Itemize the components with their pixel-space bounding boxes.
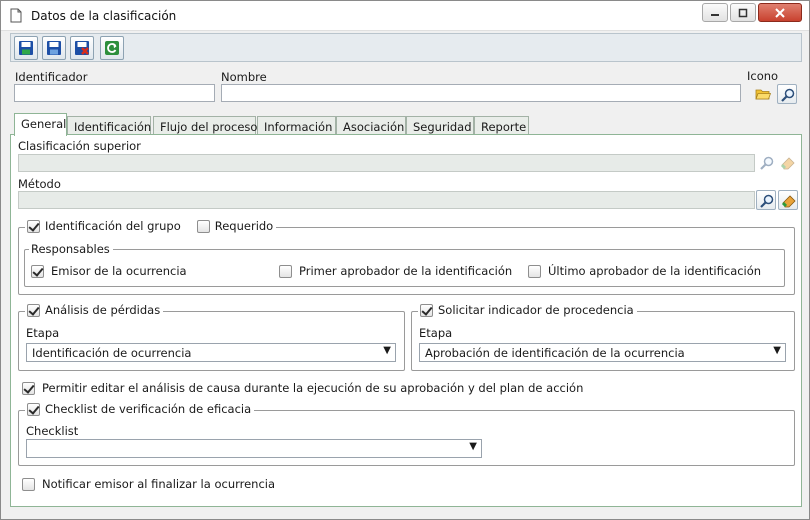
permitir-editar-label: Permitir editar el análisis de causa dur… [42,381,584,395]
notificar-emisor-checkbox[interactable] [22,477,35,491]
checklist-eficacia-group: Checklist de verificación de eficacia Ch… [18,402,795,466]
ultimo-aprobador-label: Último aprobador de la identificación [548,264,762,278]
magnifier-icon [760,194,774,208]
tab-identificacion[interactable]: Identificación [67,116,151,136]
minimize-icon [711,13,719,16]
checklist-label: Checklist [26,424,79,438]
notificar-emisor-label: Notificar emisor al finalizar la ocurren… [42,477,276,491]
document-icon [10,8,22,23]
identificador-label: Identificador [15,70,88,84]
tab-general[interactable]: General [14,113,67,136]
identificacion-grupo-label: Identificación del grupo [45,219,181,233]
window-title: Datos de la clasificación [31,9,177,23]
tab-asociacion[interactable]: Asociación [336,116,406,136]
responsables-group: Responsables Emisor de la ocurrencia Pri… [24,242,785,287]
primer-aprobador-option[interactable]: Primer aprobador de la identificación [279,264,512,278]
save-new-button[interactable] [42,36,66,60]
primer-aprobador-checkbox[interactable] [279,264,292,278]
identificacion-grupo-checkbox[interactable] [27,219,40,233]
tab-informacion[interactable]: Información [257,116,336,136]
eraser-icon [781,195,796,208]
save-new-icon [47,41,61,55]
classification-window: Datos de la clasificación Identificador … [0,0,810,520]
identificacion-grupo-legend: Identificación del grupo Requerido [25,219,277,233]
nombre-label: Nombre [221,70,267,84]
analisis-perdidas-label: Análisis de pérdidas [45,303,161,317]
eraser-icon [780,157,795,170]
refresh-button[interactable] [100,36,124,60]
ultimo-aprobador-option[interactable]: Último aprobador de la identificación [528,264,761,278]
tab-reporte[interactable]: Reporte [474,116,529,136]
analisis-etapa-select[interactable]: Identificación de ocurrencia ▼ [26,343,396,362]
clasificacion-superior-input [18,154,755,172]
metodo-search-button[interactable] [756,190,776,210]
indicador-procedencia-group: Solicitar indicador de procedencia Etapa… [411,303,795,371]
indicador-procedencia-checkbox[interactable] [420,303,433,317]
requerido-label: Requerido [214,219,274,233]
metodo-clear-button[interactable] [778,190,798,210]
metodo-input[interactable] [18,191,755,209]
ultimo-aprobador-checkbox[interactable] [528,264,541,278]
open-folder-button[interactable] [753,84,773,104]
clasificacion-search-button [757,153,777,173]
analisis-perdidas-checkbox[interactable] [27,303,40,317]
analisis-perdidas-group: Análisis de pérdidas Etapa Identificació… [18,303,405,371]
close-icon [775,7,785,18]
identificador-input[interactable] [14,84,215,102]
minimize-button[interactable] [702,3,728,22]
magnifier-icon [760,156,774,170]
icono-label: Icono [747,69,779,83]
refresh-icon [105,41,119,55]
save-close-button[interactable] [70,36,94,60]
folder-icon [755,89,771,100]
close-window-button[interactable] [758,3,802,22]
toolbar [10,33,802,62]
clasificacion-superior-label: Clasificación superior [18,139,141,153]
primer-aprobador-label: Primer aprobador de la identificación [299,264,513,278]
checklist-eficacia-label: Checklist de verificación de eficacia [45,402,252,416]
clasificacion-clear-button [778,153,798,173]
maximize-button[interactable] [730,3,756,22]
indicador-etapa-label: Etapa [419,326,453,340]
maximize-icon [738,8,748,17]
dropdown-arrow-icon: ▼ [469,441,477,452]
checklist-eficacia-legend: Checklist de verificación de eficacia [25,402,255,416]
permitir-editar-option[interactable]: Permitir editar el análisis de causa dur… [22,381,583,395]
emisor-checkbox[interactable] [31,264,44,278]
permitir-editar-checkbox[interactable] [22,381,35,395]
title-bar: Datos de la clasificación [1,1,809,31]
analisis-perdidas-legend: Análisis de pérdidas [25,303,164,317]
save-icon [19,41,33,55]
emisor-option[interactable]: Emisor de la ocurrencia [31,264,187,278]
responsables-legend: Responsables [29,242,113,256]
checklist-eficacia-checkbox[interactable] [27,402,40,416]
analisis-etapa-value: Identificación de ocurrencia [32,346,192,360]
save-button[interactable] [14,36,38,60]
dropdown-arrow-icon: ▼ [383,345,391,356]
save-close-icon [75,41,89,55]
metodo-label: Método [18,177,61,191]
indicador-procedencia-legend: Solicitar indicador de procedencia [418,303,637,317]
emisor-label: Emisor de la ocurrencia [51,264,187,278]
tab-seguridad[interactable]: Seguridad [406,116,474,136]
identificacion-grupo-group: Identificación del grupo Requerido Respo… [18,219,795,295]
general-tab-panel: Clasificación superior Método Identifica… [10,134,802,507]
nombre-input[interactable] [221,84,741,102]
magnifier-icon [781,88,795,102]
dropdown-arrow-icon: ▼ [773,345,781,356]
indicador-etapa-value: Aprobación de identificación de la ocurr… [425,346,685,360]
analisis-etapa-label: Etapa [26,326,60,340]
checklist-select[interactable]: ▼ [26,439,482,458]
tab-flujo-del-proceso[interactable]: Flujo del proceso [153,116,257,136]
indicador-etapa-select[interactable]: Aprobación de identificación de la ocurr… [419,343,786,362]
search-icon-button[interactable] [777,84,797,104]
notificar-emisor-option[interactable]: Notificar emisor al finalizar la ocurren… [22,477,275,491]
indicador-procedencia-label: Solicitar indicador de procedencia [438,303,634,317]
requerido-checkbox[interactable] [196,219,210,233]
